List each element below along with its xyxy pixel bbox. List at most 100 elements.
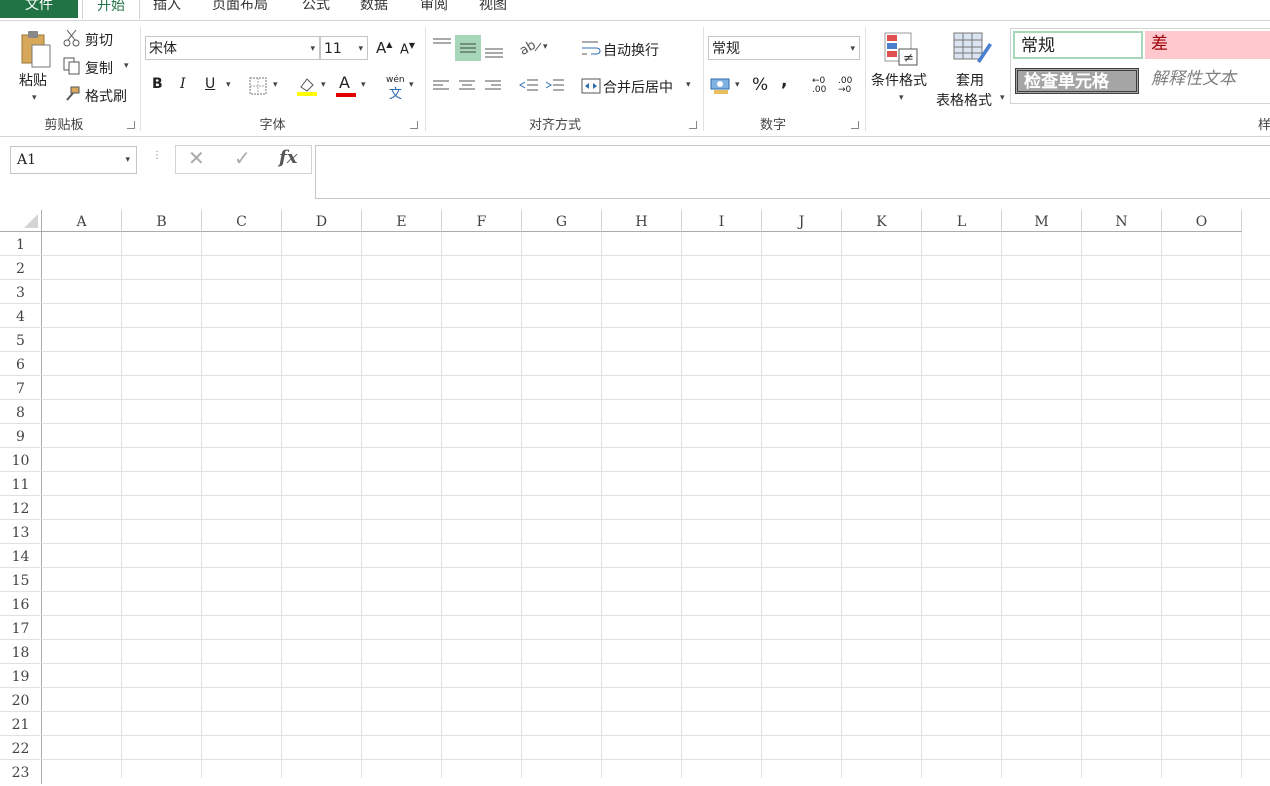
align-top-icon[interactable] [432,37,452,57]
fill-color-dropdown-icon[interactable]: ▾ [321,80,326,90]
tab-page-layout[interactable]: 页面布局 [212,0,268,18]
cell-gridlines [0,232,1270,778]
increase-decimal-button[interactable]: ←0 .00 [812,77,830,95]
shrink-font-button[interactable]: A▼ [400,41,415,57]
name-box-value: A1 [17,152,37,168]
orientation-icon[interactable]: ab [517,37,543,61]
orientation-dropdown-icon[interactable]: ▾ [543,42,548,52]
merge-dropdown-icon[interactable]: ▾ [686,80,691,90]
font-size-value: 11 [324,41,342,57]
border-dropdown-icon[interactable]: ▾ [273,80,278,90]
align-bottom-icon[interactable] [484,39,504,63]
increase-indent-icon[interactable] [545,78,565,98]
fill-color-icon[interactable] [296,75,318,101]
scissors-icon[interactable] [63,29,81,51]
currency-icon[interactable] [710,76,732,100]
chevron-down-icon: ▾ [358,44,363,54]
number-format-select[interactable]: 常规 ▾ [708,36,860,60]
svg-text:ab: ab [519,38,539,57]
tab-view[interactable]: 视图 [479,0,507,18]
font-launcher-icon[interactable] [410,121,418,129]
insert-function-icon[interactable]: fx [279,147,297,168]
font-group-label: 字体 [259,118,286,133]
format-painter-icon[interactable] [63,85,81,107]
clipboard-launcher-icon[interactable] [127,121,135,129]
align-middle-icon[interactable] [455,35,481,61]
format-painter-button[interactable]: 格式刷 [85,86,127,106]
name-box[interactable]: A1 ▾ [10,146,137,174]
decrease-decimal-button[interactable]: .00 →0 [838,77,856,95]
formula-input[interactable] [315,145,1270,199]
chevron-down-icon[interactable]: ▾ [125,147,130,173]
style-bad[interactable]: 差 [1145,31,1270,59]
cell-styles-gallery: 常规 差 检查单元格 解释性文本 [1010,28,1270,104]
format-as-table-line1[interactable]: 套用 [956,70,984,90]
font-color-dropdown-icon[interactable]: ▾ [361,80,366,90]
align-center-icon[interactable] [458,79,476,97]
chevron-down-icon: ▾ [310,44,315,54]
tab-data[interactable]: 数据 [360,0,388,18]
italic-button[interactable]: I [180,76,186,92]
font-name-select[interactable]: 宋体 ▾ [145,36,320,60]
tab-review[interactable]: 审阅 [420,0,448,18]
svg-text:≠: ≠ [903,51,914,66]
enter-icon[interactable]: ✓ [234,146,251,170]
copy-icon[interactable] [63,57,81,79]
format-table-dropdown-icon[interactable]: ▾ [1000,93,1005,103]
merge-center-button[interactable]: 合并后居中 [603,77,673,97]
font-size-select[interactable]: 11 ▾ [320,36,368,60]
wrap-text-button[interactable]: 自动换行 [603,40,659,60]
phonetic-button[interactable]: 文 [389,83,402,102]
font-color-swatch [336,93,356,97]
cut-button[interactable]: 剪切 [85,30,113,50]
conditional-formatting-icon[interactable]: ≠ [884,31,920,71]
border-icon[interactable] [249,77,267,99]
style-explanatory[interactable]: 解释性文本 [1145,66,1270,94]
number-group-label: 数字 [759,118,786,133]
grow-font-button[interactable]: A▲ [376,39,392,57]
bold-button[interactable]: B [152,76,163,92]
alignment-group-label: 对齐方式 [528,118,581,133]
align-left-icon[interactable] [432,79,450,97]
paste-icon[interactable] [18,29,52,69]
number-format-value: 常规 [712,41,740,57]
ribbon-tab-bar: 文件 开始 插入 页面布局 公式 数据 审阅 视图 [0,0,1270,22]
cancel-icon[interactable]: ✕ [188,146,205,170]
tab-formulas[interactable]: 公式 [302,0,330,18]
style-check-cell[interactable]: 检查单元格 [1015,68,1139,94]
wrap-text-icon[interactable] [581,39,601,61]
conditional-dropdown-icon[interactable]: ▾ [899,93,904,103]
number-launcher-icon[interactable] [851,121,859,129]
group-divider [865,27,866,131]
formula-bar-buttons: ✕ ✓ fx [175,145,312,174]
formula-bar-grip-icon[interactable]: ⋮ [152,150,162,161]
underline-button[interactable]: U [205,76,215,92]
conditional-formatting-button[interactable]: 条件格式 [871,70,927,90]
currency-dropdown-icon[interactable]: ▾ [735,80,740,90]
percent-button[interactable]: % [752,75,768,95]
tab-insert[interactable]: 插入 [153,0,181,18]
tab-file[interactable]: 文件 [0,0,78,18]
phonetic-dropdown-icon[interactable]: ▾ [409,80,414,90]
copy-dropdown-icon[interactable]: ▾ [124,61,129,71]
paste-button[interactable]: 粘贴 [19,70,47,90]
format-as-table-icon[interactable] [953,31,993,71]
chevron-down-icon: ▾ [850,44,855,54]
format-as-table-button[interactable]: 表格格式 [936,90,992,110]
comma-button[interactable]: , [781,71,787,91]
font-name-value: 宋体 [149,41,177,57]
ribbon: 粘贴 ▾ 剪切 复制 ▾ 格式刷 剪贴板 宋体 ▾ 11 ▾ A▲ A▼ B I U… [0,20,1270,137]
tab-home[interactable]: 开始 [82,0,140,19]
font-color-button[interactable]: A [339,73,350,92]
underline-dropdown-icon[interactable]: ▾ [226,80,231,90]
clipboard-group-label: 剪贴板 [44,118,84,133]
decrease-indent-icon[interactable] [519,78,539,98]
worksheet-grid[interactable]: ABCDEFGHIJKLMNO 1 2 3 4 5 6 7 8 9 10 11 12 13 14 15 16 1… [0,210,1270,784]
styles-group-label: 样 [1258,118,1270,133]
paste-dropdown-icon[interactable]: ▾ [32,93,37,103]
alignment-launcher-icon[interactable] [689,121,697,129]
style-normal[interactable]: 常规 [1013,31,1143,59]
merge-center-icon[interactable] [581,77,601,99]
copy-button[interactable]: 复制 [85,58,113,78]
align-right-icon[interactable] [484,79,502,97]
